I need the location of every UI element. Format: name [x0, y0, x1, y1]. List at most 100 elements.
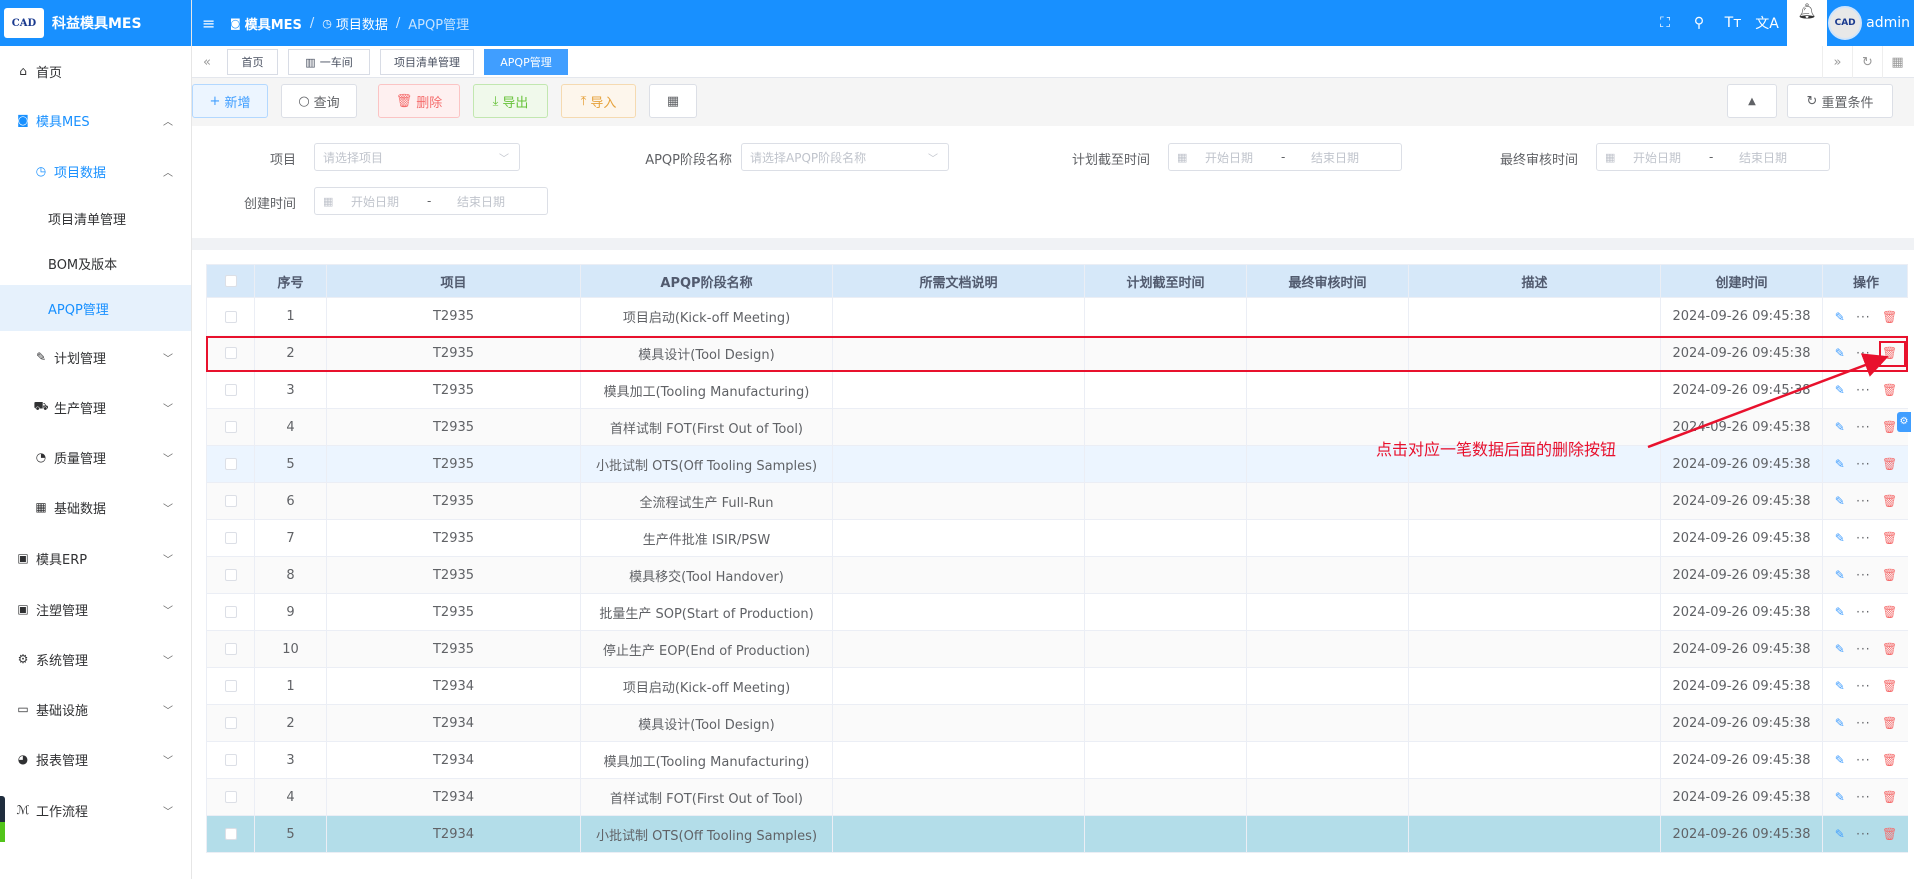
- edit-icon[interactable]: ✎: [1835, 310, 1845, 324]
- edit-icon[interactable]: ✎: [1835, 568, 1845, 582]
- more-icon[interactable]: ···: [1856, 457, 1870, 471]
- table-row[interactable]: 4 T2935 首样试制 FOT(First Out of Tool) 2024-09…: [206, 409, 1908, 446]
- tag-project-list[interactable]: 项目清单管理: [380, 49, 474, 75]
- table-row[interactable]: 5 T2935 小批试制 OTS(Off Tooling Samples) 2024-…: [206, 446, 1908, 483]
- delete-row-icon[interactable]: 🗑︎: [1882, 790, 1897, 804]
- table-row[interactable]: 10 T2935 停止生产 EOP(End of Production) 2024-0…: [206, 631, 1908, 668]
- edit-icon[interactable]: ✎: [1835, 790, 1845, 804]
- sidebar-item-production[interactable]: ⛟ 生产管理 ﹀: [0, 388, 191, 426]
- delete-row-icon[interactable]: 🗑︎: [1882, 679, 1897, 693]
- grid-icon[interactable]: ▦: [1882, 46, 1912, 78]
- edit-icon[interactable]: ✎: [1835, 679, 1845, 693]
- row-checkbox[interactable]: [224, 828, 237, 840]
- table-row[interactable]: 1 T2935 项目启动(Kick-off Meeting) 2024-09-26 0…: [206, 298, 1908, 336]
- final-audit-range[interactable]: ▦ 开始日期 - 结束日期: [1596, 143, 1830, 171]
- table-row[interactable]: 9 T2935 批量生产 SOP(Start of Production) 2024-…: [206, 594, 1908, 631]
- row-checkbox[interactable]: [224, 717, 237, 729]
- row-checkbox[interactable]: [224, 384, 237, 396]
- tag-workshop[interactable]: ▥ 一车间: [288, 49, 370, 75]
- more-icon[interactable]: ···: [1856, 642, 1870, 656]
- row-checkbox[interactable]: [224, 754, 237, 766]
- delete-row-icon[interactable]: 🗑︎: [1882, 420, 1897, 434]
- delete-row-icon[interactable]: 🗑︎: [1882, 716, 1897, 730]
- sidebar-item-project-data[interactable]: ◷ 项目数据 ︿: [0, 152, 191, 190]
- sidebar-item-reports[interactable]: ◕ 报表管理 ﹀: [0, 740, 191, 778]
- table-row[interactable]: 7 T2935 生产件批准 ISIR/PSW 2024-09-26 09:45:38 ✎…: [206, 520, 1908, 557]
- more-icon[interactable]: ···: [1856, 420, 1870, 434]
- edit-icon[interactable]: ✎: [1835, 420, 1845, 434]
- delete-row-icon[interactable]: 🗑︎: [1882, 457, 1897, 471]
- table-row[interactable]: 8 T2935 模具移交(Tool Handover) 2024-09-26 09:4…: [206, 557, 1908, 594]
- sidebar-item-quality[interactable]: ◔ 质量管理 ﹀: [0, 438, 191, 476]
- more-icon[interactable]: ···: [1856, 827, 1870, 841]
- more-icon[interactable]: ···: [1856, 494, 1870, 508]
- columns-button[interactable]: ▦: [649, 84, 697, 118]
- sidebar-item-basic-data[interactable]: ▦ 基础数据 ﹀: [0, 488, 191, 526]
- project-select[interactable]: 请选择项目 ﹀: [314, 143, 520, 171]
- breadcrumb-item[interactable]: 模具MES: [245, 14, 302, 33]
- delete-row-icon[interactable]: 🗑︎: [1882, 346, 1897, 360]
- sidebar-item-injection[interactable]: ▣ 注塑管理 ﹀: [0, 590, 191, 628]
- select-all-checkbox[interactable]: [224, 275, 237, 287]
- table-row[interactable]: 2 T2935 模具设计(Tool Design) 2024-09-26 09:45:…: [206, 335, 1908, 372]
- edit-icon[interactable]: ✎: [1835, 346, 1845, 360]
- edit-icon[interactable]: ✎: [1835, 642, 1845, 656]
- more-icon[interactable]: ···: [1856, 310, 1870, 324]
- row-checkbox[interactable]: [224, 532, 237, 544]
- delete-row-icon[interactable]: 🗑︎: [1882, 531, 1897, 545]
- sidebar-item-mould-erp[interactable]: ▣ 模具ERP ﹀: [0, 539, 191, 577]
- table-row[interactable]: 3 T2935 模具加工(Tooling Manufacturing) 2024-09…: [206, 372, 1908, 409]
- user-menu[interactable]: CAD admin: [1828, 0, 1910, 46]
- delete-row-icon[interactable]: 🗑︎: [1882, 642, 1897, 656]
- row-checkbox[interactable]: [224, 569, 237, 581]
- row-checkbox[interactable]: [224, 421, 237, 433]
- row-checkbox[interactable]: [224, 310, 237, 323]
- more-icon[interactable]: ···: [1856, 753, 1870, 767]
- edit-icon[interactable]: ✎: [1835, 531, 1845, 545]
- more-icon[interactable]: ···: [1856, 346, 1870, 360]
- more-icon[interactable]: ···: [1856, 679, 1870, 693]
- fullscreen-icon[interactable]: ⛶: [1648, 15, 1682, 31]
- breadcrumb-item[interactable]: 项目数据: [336, 14, 388, 33]
- table-row[interactable]: 5 T2934 小批试制 OTS(Off Tooling Samples) 2024-…: [206, 816, 1908, 853]
- delete-row-icon[interactable]: 🗑︎: [1882, 605, 1897, 619]
- chevron-double-right-icon[interactable]: »: [1822, 46, 1852, 78]
- edit-icon[interactable]: ✎: [1835, 457, 1845, 471]
- more-icon[interactable]: ···: [1856, 716, 1870, 730]
- sidebar-item-bom[interactable]: BOM及版本: [0, 244, 191, 282]
- delete-row-icon[interactable]: 🗑︎: [1882, 494, 1897, 508]
- refresh-icon[interactable]: ↻: [1852, 46, 1882, 78]
- delete-button[interactable]: 🗑︎ 删除: [378, 84, 460, 118]
- more-icon[interactable]: ···: [1856, 383, 1870, 397]
- table-row[interactable]: 3 T2934 模具加工(Tooling Manufacturing) 2024-09…: [206, 742, 1908, 779]
- created-range[interactable]: ▦ 开始日期 - 结束日期: [314, 187, 548, 215]
- edit-icon[interactable]: ✎: [1835, 605, 1845, 619]
- row-checkbox[interactable]: [224, 680, 237, 692]
- table-row[interactable]: 4 T2934 首样试制 FOT(First Out of Tool) 2024-09…: [206, 779, 1908, 816]
- edit-icon[interactable]: ✎: [1835, 827, 1845, 841]
- export-button[interactable]: ⤓ 导出: [473, 84, 548, 118]
- delete-row-icon[interactable]: 🗑︎: [1882, 383, 1897, 397]
- settings-float-icon[interactable]: ⚙: [1897, 412, 1911, 432]
- stage-select[interactable]: 请选择APQP阶段名称 ﹀: [741, 143, 949, 171]
- tag-home[interactable]: 首页: [227, 49, 278, 75]
- chevron-double-left-icon[interactable]: «: [192, 46, 222, 78]
- sidebar-item-infrastructure[interactable]: ▭ 基础设施 ﹀: [0, 690, 191, 728]
- edit-icon[interactable]: ✎: [1835, 716, 1845, 730]
- sidebar-item-plan[interactable]: ✎ 计划管理 ﹀: [0, 338, 191, 376]
- table-row[interactable]: 1 T2934 项目启动(Kick-off Meeting) 2024-09-26 0…: [206, 668, 1908, 705]
- row-checkbox[interactable]: [224, 606, 237, 618]
- query-button[interactable]: ○ 查询: [281, 84, 357, 118]
- delete-row-icon[interactable]: 🗑︎: [1882, 310, 1897, 324]
- import-button[interactable]: ⤒ 导入: [561, 84, 636, 118]
- row-checkbox[interactable]: [224, 495, 237, 507]
- more-icon[interactable]: ···: [1856, 568, 1870, 582]
- font-size-icon[interactable]: Tт: [1716, 15, 1750, 31]
- sidebar-item-mould-mes[interactable]: ◙ 模具MES ︿: [0, 101, 191, 139]
- table-row[interactable]: 6 T2935 全流程试生产 Full-Run 2024-09-26 09:45:38…: [206, 483, 1908, 520]
- translate-icon[interactable]: 文A: [1750, 13, 1784, 33]
- table-row[interactable]: 2 T2934 模具设计(Tool Design) 2024-09-26 09:45:…: [206, 705, 1908, 742]
- delete-row-icon[interactable]: 🗑︎: [1882, 753, 1897, 767]
- more-icon[interactable]: ···: [1856, 531, 1870, 545]
- more-icon[interactable]: ···: [1856, 605, 1870, 619]
